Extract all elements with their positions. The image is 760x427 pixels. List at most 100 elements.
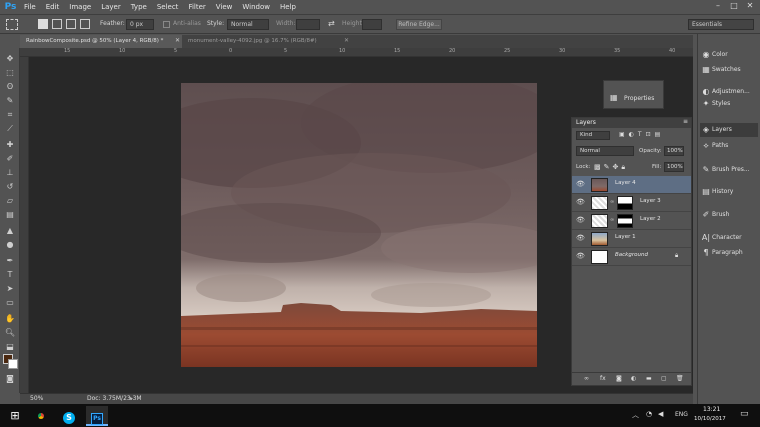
new-layer-icon[interactable]: ▢ [661,375,667,382]
clock-time[interactable]: 13:21 [703,406,720,413]
gradient-tool-icon[interactable]: ▤ [3,208,17,221]
clock-date[interactable]: 10/10/2017 [694,416,726,422]
input-language[interactable]: ENG [675,411,688,418]
close-tab-icon[interactable]: ✕ [344,37,349,44]
layer-row-layer-4[interactable]: 👁︎ Layer 4 [572,176,691,194]
visibility-eye-icon[interactable]: 👁︎ [576,234,585,242]
rectangle-shape-icon[interactable]: ▭ [3,296,17,309]
windows-start-icon[interactable]: ⊞ [4,406,26,426]
menu-view[interactable]: View [211,0,238,14]
quick-mask-icon[interactable]: ◙ [3,372,17,385]
zoom-tool-icon[interactable]: 🔍︎ [3,326,17,339]
properties-icon[interactable]: ▦ [610,93,618,102]
dock-paragraph[interactable]: ¶ Paragraph [700,246,758,260]
panel-menu-icon[interactable]: ≡ [683,118,688,125]
move-tool-icon[interactable]: ✥ [3,52,17,65]
dock-adjustments[interactable]: ◐ Adjustmen... [700,85,758,99]
workspace-select[interactable]: Essentials [688,19,754,30]
background-color-swatch[interactable] [8,359,18,369]
fill-input[interactable]: 100% [664,162,684,172]
notifications-icon[interactable]: ▭ [740,409,749,419]
blur-tool-icon[interactable]: ▲ [3,224,17,237]
close-tab-icon[interactable]: ✕ [175,37,180,44]
visibility-eye-icon[interactable]: 👁︎ [576,180,585,188]
chain-link-icon[interactable]: ∞ [610,199,614,205]
menu-type[interactable]: Type [126,0,152,14]
layer-row-layer-1[interactable]: 👁︎ Layer 1 [572,230,691,248]
status-arrow-icon[interactable]: ▸ [130,395,133,402]
lock-icons[interactable]: ▩✎✥🔒︎ [594,163,628,172]
layer-name[interactable]: Background [615,252,648,258]
height-input[interactable] [362,19,382,30]
refine-edge-button[interactable]: Refine Edge... [396,19,442,30]
link-layers-icon[interactable]: ∞ [584,375,589,382]
swap-icon[interactable]: ⇄ [328,19,335,28]
dock-brush-presets[interactable]: ✎ Brush Pres... [700,163,758,177]
pen-tool-icon[interactable]: ✒ [3,254,17,267]
adjustment-layer-icon[interactable]: ◐ [631,375,636,382]
type-tool-icon[interactable]: T [3,268,17,281]
lasso-tool-icon[interactable]: ʘ [3,80,17,93]
add-mask-icon[interactable]: ◙ [616,375,622,382]
dock-color[interactable]: ◉ Color [700,48,758,62]
quick-selection-icon[interactable]: ✎ [3,94,17,107]
default-colors-icon[interactable]: ⬓ [3,340,17,353]
menu-edit[interactable]: Edit [41,0,65,14]
healing-brush-icon[interactable]: ✚ [3,138,17,151]
dock-swatches[interactable]: ▦ Swatches [700,63,758,77]
dock-history[interactable]: ▤ History [700,185,758,199]
width-input[interactable] [296,19,320,30]
menu-select[interactable]: Select [152,0,184,14]
chrome-icon[interactable] [30,406,52,426]
zoom-level[interactable]: 50% [30,395,43,402]
document-canvas-image[interactable] [181,83,537,367]
dock-brush[interactable]: ✐ Brush [700,208,758,222]
photoshop-taskbar-icon[interactable]: Ps [86,406,108,426]
layer-style-icon[interactable]: fx [600,375,606,382]
layer-row-background[interactable]: 👁︎ Background 🔒︎ [572,248,691,266]
dock-layers[interactable]: ◈ Layers [700,123,758,137]
menu-filter[interactable]: Filter [183,0,210,14]
crop-tool-icon[interactable]: ⌗ [3,108,17,121]
marquee-tool-icon[interactable] [6,19,18,30]
properties-label[interactable]: Properties [624,95,654,102]
layer-name[interactable]: Layer 2 [640,216,661,222]
clone-stamp-icon[interactable]: ⊥ [3,166,17,179]
layer-row-layer-2[interactable]: 👁︎ ∞ Layer 2 [572,212,691,230]
tray-up-arrow-icon[interactable]: ︿ [632,410,639,420]
intersect-selection-icon[interactable] [80,19,90,29]
menu-image[interactable]: Image [64,0,96,14]
blend-mode-select[interactable]: Normal [576,146,634,156]
network-icon[interactable]: ◔ [646,410,652,418]
visibility-eye-icon[interactable]: 👁︎ [576,198,585,206]
menu-window[interactable]: Window [237,0,275,14]
skype-icon[interactable]: S [58,406,80,426]
eyedropper-icon[interactable]: ⟋ [3,122,17,135]
dock-styles[interactable]: ✦ Styles [700,99,758,109]
rectangular-marquee-icon[interactable]: ⬚ [3,66,17,79]
new-selection-icon[interactable] [38,19,48,29]
eraser-tool-icon[interactable]: ▱ [3,194,17,207]
layer-name[interactable]: Layer 4 [615,180,636,186]
style-select[interactable]: Normal [227,19,269,30]
filter-type-icons[interactable]: ▣◐T⊡▤ [619,131,664,138]
hand-tool-icon[interactable]: ✋ [3,312,17,325]
opacity-input[interactable]: 100% [664,146,684,156]
menu-file[interactable]: File [19,0,41,14]
close-icon[interactable]: ✕ [742,0,758,12]
path-selection-icon[interactable]: ➤ [3,282,17,295]
tab-monument-valley[interactable]: monument-valley-4092.jpg @ 16.7% (RGB/8#… [182,35,350,48]
menu-help[interactable]: Help [275,0,301,14]
delete-layer-icon[interactable]: 🗑︎ [676,375,684,382]
add-selection-icon[interactable] [52,19,62,29]
volume-icon[interactable]: ◀︎ [658,410,663,418]
layer-mask-thumbnail[interactable] [617,214,633,228]
dodge-tool-icon[interactable]: ● [3,238,17,251]
maximize-icon[interactable]: □ [726,0,742,12]
history-brush-icon[interactable]: ↺ [3,180,17,193]
feather-input[interactable]: 0 px [126,19,154,30]
layer-name[interactable]: Layer 3 [640,198,661,204]
visibility-eye-icon[interactable]: 👁︎ [576,216,585,224]
layer-row-layer-3[interactable]: 👁︎ ∞ Layer 3 [572,194,691,212]
dock-character[interactable]: A| Character [700,231,758,245]
